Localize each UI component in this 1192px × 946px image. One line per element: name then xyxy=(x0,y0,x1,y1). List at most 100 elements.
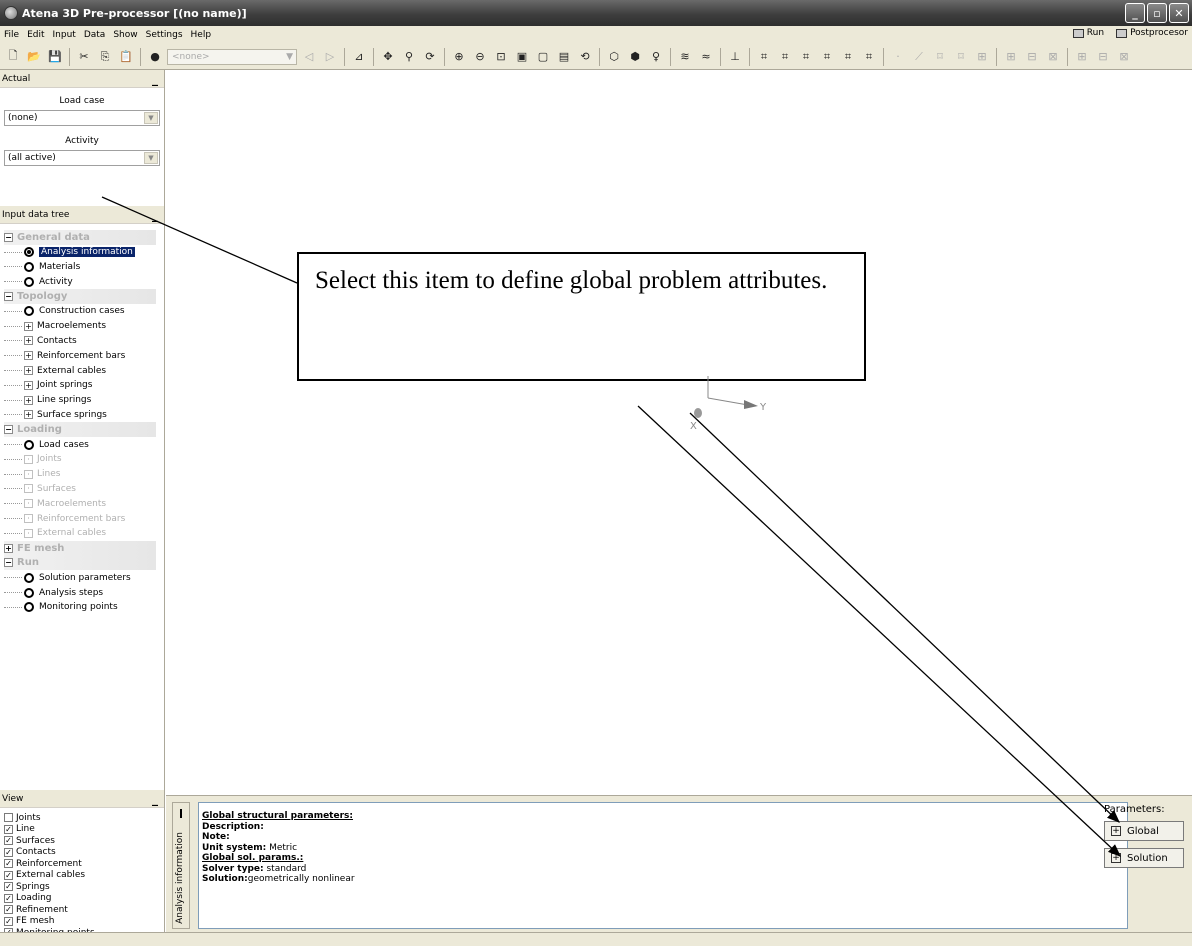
menu-data[interactable]: Data xyxy=(80,30,110,40)
collapse-icon[interactable]: _ xyxy=(152,209,158,221)
view-yx-icon[interactable]: ⌗ xyxy=(797,48,815,66)
copy-icon[interactable]: ⎘ xyxy=(96,48,114,66)
prev-icon[interactable]: ◁ xyxy=(300,48,318,66)
view-xz-icon[interactable]: ⌗ xyxy=(776,48,794,66)
tree-item-monitoring-points[interactable]: Monitoring points xyxy=(4,600,164,615)
tree-group-topology[interactable]: − Topology xyxy=(4,289,156,304)
tree-item-materials[interactable]: Materials xyxy=(4,260,164,275)
expand-node-icon[interactable]: + xyxy=(24,395,33,405)
edit-icon[interactable]: ⊠ xyxy=(1044,48,1062,66)
view-option[interactable]: ✓ Springs xyxy=(4,881,160,893)
zoom-dynamic-icon[interactable]: ⚲ xyxy=(400,48,418,66)
expand-node-icon[interactable]: + xyxy=(24,351,33,361)
tree-item-loading-macroelements[interactable]: · Macroelements xyxy=(4,496,164,511)
tree-group-run[interactable]: − Run xyxy=(4,555,156,571)
tree-item-surfaces[interactable]: · Surfaces xyxy=(4,482,164,497)
tree-item-surface-springs[interactable]: + Surface springs xyxy=(4,408,164,423)
collapse-icon[interactable]: _ xyxy=(152,73,158,85)
zoom-extents-icon[interactable]: ▤ xyxy=(555,48,573,66)
menu-show[interactable]: Show xyxy=(109,30,141,40)
zoom-all-icon[interactable]: ▣ xyxy=(513,48,531,66)
checkbox-checked-icon[interactable]: ✓ xyxy=(4,859,13,869)
view-option[interactable]: ✓ Line xyxy=(4,824,160,836)
view-zx-icon[interactable]: ⌗ xyxy=(839,48,857,66)
menu-input[interactable]: Input xyxy=(49,30,80,40)
view-option[interactable]: ✓ Reinforcement xyxy=(4,858,160,870)
load-case-select[interactable]: (none) ▼ xyxy=(4,110,160,126)
pin-icon[interactable]: ⊿ xyxy=(350,48,368,66)
expand-icon[interactable]: ⊞ xyxy=(1073,48,1091,66)
view-option[interactable]: Joints xyxy=(4,812,160,824)
cut-icon[interactable]: ✂ xyxy=(75,48,93,66)
point-icon[interactable]: · xyxy=(889,48,907,66)
move-icon[interactable]: ✥ xyxy=(379,48,397,66)
chevron-down-icon[interactable]: ▼ xyxy=(144,112,158,124)
tree-item-loading-reinforcement-bars[interactable]: · Reinforcement bars xyxy=(4,511,164,526)
tree-item-joint-springs[interactable]: + Joint springs xyxy=(4,378,164,393)
save-file-icon[interactable]: 💾 xyxy=(46,48,64,66)
tree-item-construction-cases[interactable]: Construction cases xyxy=(4,304,164,319)
checkbox-checked-icon[interactable]: ✓ xyxy=(4,916,13,926)
rotate-icon[interactable]: ⟳ xyxy=(421,48,439,66)
checkbox-checked-icon[interactable]: ✓ xyxy=(4,836,13,846)
line-icon[interactable]: ⟋ xyxy=(910,48,928,66)
tree-item-reinforcement-bars[interactable]: + Reinforcement bars xyxy=(4,348,164,363)
tree-group-loading[interactable]: − Loading xyxy=(4,422,156,438)
view-option[interactable]: ✓ Loading xyxy=(4,893,160,905)
tree-item-external-cables[interactable]: + External cables xyxy=(4,363,164,378)
view-yz-icon[interactable]: ⌗ xyxy=(818,48,836,66)
next-icon[interactable]: ▷ xyxy=(321,48,339,66)
chevron-down-icon[interactable]: ▼ xyxy=(144,152,158,164)
expand-node-icon[interactable]: · xyxy=(24,469,33,479)
zoom-in-icon[interactable]: ⊕ xyxy=(450,48,468,66)
tree-item-analysis-steps[interactable]: Analysis steps xyxy=(4,585,164,600)
zoom-out-icon[interactable]: ⊖ xyxy=(471,48,489,66)
tree-item-line-springs[interactable]: + Line springs xyxy=(4,393,164,408)
tree-item-solution-parameters[interactable]: Solution parameters xyxy=(4,570,164,585)
expand-node-icon[interactable]: · xyxy=(24,499,33,509)
axes-icon[interactable]: ⊥ xyxy=(726,48,744,66)
expand-node-icon[interactable]: + xyxy=(4,543,13,553)
global-button[interactable]: + Global xyxy=(1104,821,1184,841)
add-icon[interactable]: ⊞ xyxy=(1002,48,1020,66)
selection-combo[interactable]: <none> ▼ xyxy=(167,48,297,65)
surface-icon[interactable]: ⌑ xyxy=(931,48,949,66)
activity-select[interactable]: (all active) ▼ xyxy=(4,150,160,166)
properties-icon[interactable]: ⊠ xyxy=(1115,48,1133,66)
light-icon[interactable]: ♀ xyxy=(647,48,665,66)
run-menu-button[interactable]: Run xyxy=(1072,28,1104,38)
expand-node-icon[interactable]: · xyxy=(24,454,33,464)
collapse-node-icon[interactable]: − xyxy=(4,232,13,242)
remove-icon[interactable]: ⊟ xyxy=(1023,48,1041,66)
tree-item-activity[interactable]: Activity xyxy=(4,274,164,289)
collapse-icon[interactable]: ⊟ xyxy=(1094,48,1112,66)
expand-node-icon[interactable]: + xyxy=(24,321,33,331)
render-solid-icon[interactable]: ⬢ xyxy=(626,48,644,66)
expand-node-icon[interactable]: + xyxy=(24,336,33,346)
expand-node-icon[interactable]: + xyxy=(24,410,33,420)
menu-file[interactable]: File xyxy=(0,30,23,40)
new-file-icon[interactable]: 🗋 xyxy=(4,48,22,66)
expand-node-icon[interactable]: · xyxy=(24,514,33,524)
expand-node-icon[interactable]: · xyxy=(24,484,33,494)
zoom-window-icon[interactable]: ⊡ xyxy=(492,48,510,66)
view-option[interactable]: ✓ Contacts xyxy=(4,847,160,859)
solution-button[interactable]: + Solution xyxy=(1104,848,1184,868)
expand-node-icon[interactable]: + xyxy=(24,366,33,376)
open-file-icon[interactable]: 📂 xyxy=(25,48,43,66)
checkbox-checked-icon[interactable]: ✓ xyxy=(4,847,13,857)
menu-edit[interactable]: Edit xyxy=(23,30,48,40)
collapse-icon[interactable]: _ xyxy=(152,793,158,805)
surface-alt-icon[interactable]: ⌑ xyxy=(952,48,970,66)
paste-icon[interactable]: 📋 xyxy=(117,48,135,66)
tree-item-macroelements[interactable]: + Macroelements xyxy=(4,319,164,334)
view-option[interactable]: ✓ External cables xyxy=(4,870,160,882)
tree-item-lines[interactable]: · Lines xyxy=(4,467,164,482)
menu-help[interactable]: Help xyxy=(187,30,216,40)
zoom-fit-icon[interactable]: ▢ xyxy=(534,48,552,66)
tab-analysis-information[interactable]: Analysis information xyxy=(172,802,190,929)
checkbox-checked-icon[interactable]: ✓ xyxy=(4,882,13,892)
tree-item-load-cases[interactable]: Load cases xyxy=(4,437,164,452)
mesh-alt-icon[interactable]: ≈ xyxy=(697,48,715,66)
postprocessor-menu-button[interactable]: Postprocesor xyxy=(1116,28,1188,38)
